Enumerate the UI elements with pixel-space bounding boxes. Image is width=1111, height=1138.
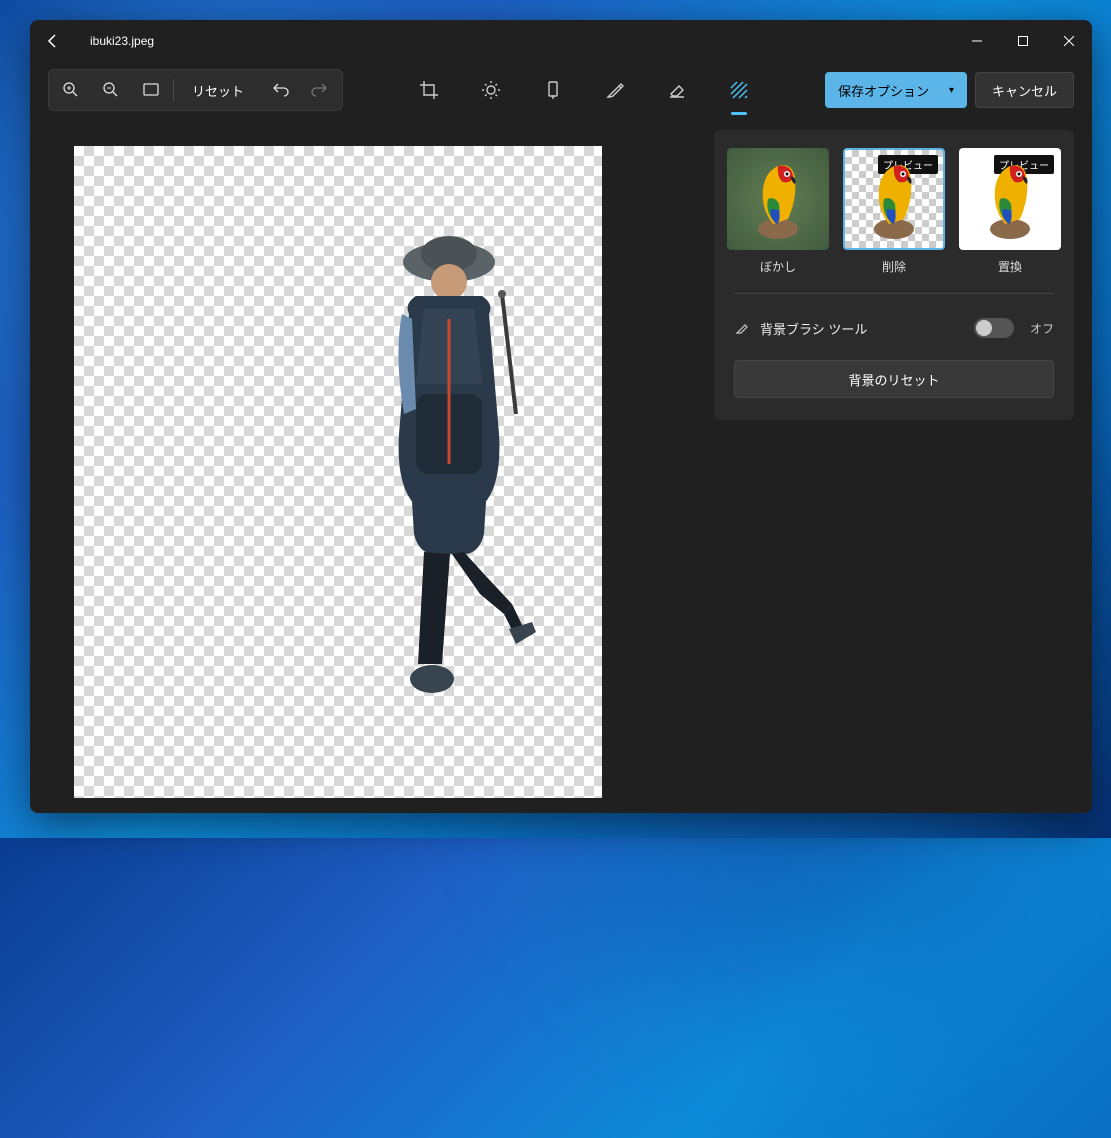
parrot-icon [975,154,1045,244]
bg-option-label: ぼかし [760,258,796,275]
bg-option-0[interactable] [727,148,829,250]
undo-button[interactable] [260,72,300,108]
brush-icon [734,320,750,336]
adjust-tool[interactable] [470,69,512,111]
image-canvas[interactable] [74,146,602,798]
reset-background-button[interactable]: 背景のリセット [734,360,1054,398]
file-name: ibuki23.jpeg [90,34,154,48]
zoom-in-button[interactable] [51,72,91,108]
app-window: ibuki23.jpeg [30,20,1092,813]
fit-screen-button[interactable] [131,72,171,108]
canvas-area[interactable] [30,118,714,813]
background-panel: ぼかし プレビュー 削除 プレビュー [714,118,1092,813]
cancel-button[interactable]: キャンセル [975,72,1074,108]
markup-tool[interactable] [594,69,636,111]
chevron-down-icon: ▾ [949,85,954,96]
bg-option-label: 置換 [998,258,1022,275]
parrot-icon [859,154,929,244]
brush-tool-label: 背景ブラシ ツール [760,319,964,338]
background-tool[interactable] [718,69,760,111]
zoom-out-button[interactable] [91,72,131,108]
brush-toggle[interactable] [974,318,1014,338]
bg-option-label: 削除 [882,258,906,275]
toolbar: リセット [30,62,1092,118]
titlebar: ibuki23.jpeg [30,20,1092,62]
back-button[interactable] [30,20,76,62]
bg-option-1[interactable]: プレビュー [843,148,945,250]
cutout-subject [354,234,544,714]
close-button[interactable] [1046,20,1092,62]
erase-tool[interactable] [656,69,698,111]
parrot-icon [743,154,813,244]
reset-button[interactable]: リセット [176,72,260,108]
crop-tool[interactable] [408,69,450,111]
save-options-button[interactable]: 保存オプション ▾ [825,72,967,108]
toggle-state: オフ [1030,320,1054,337]
bg-option-2[interactable]: プレビュー [959,148,1061,250]
minimize-button[interactable] [954,20,1000,62]
maximize-button[interactable] [1000,20,1046,62]
redo-button[interactable] [300,72,340,108]
filter-tool[interactable] [532,69,574,111]
